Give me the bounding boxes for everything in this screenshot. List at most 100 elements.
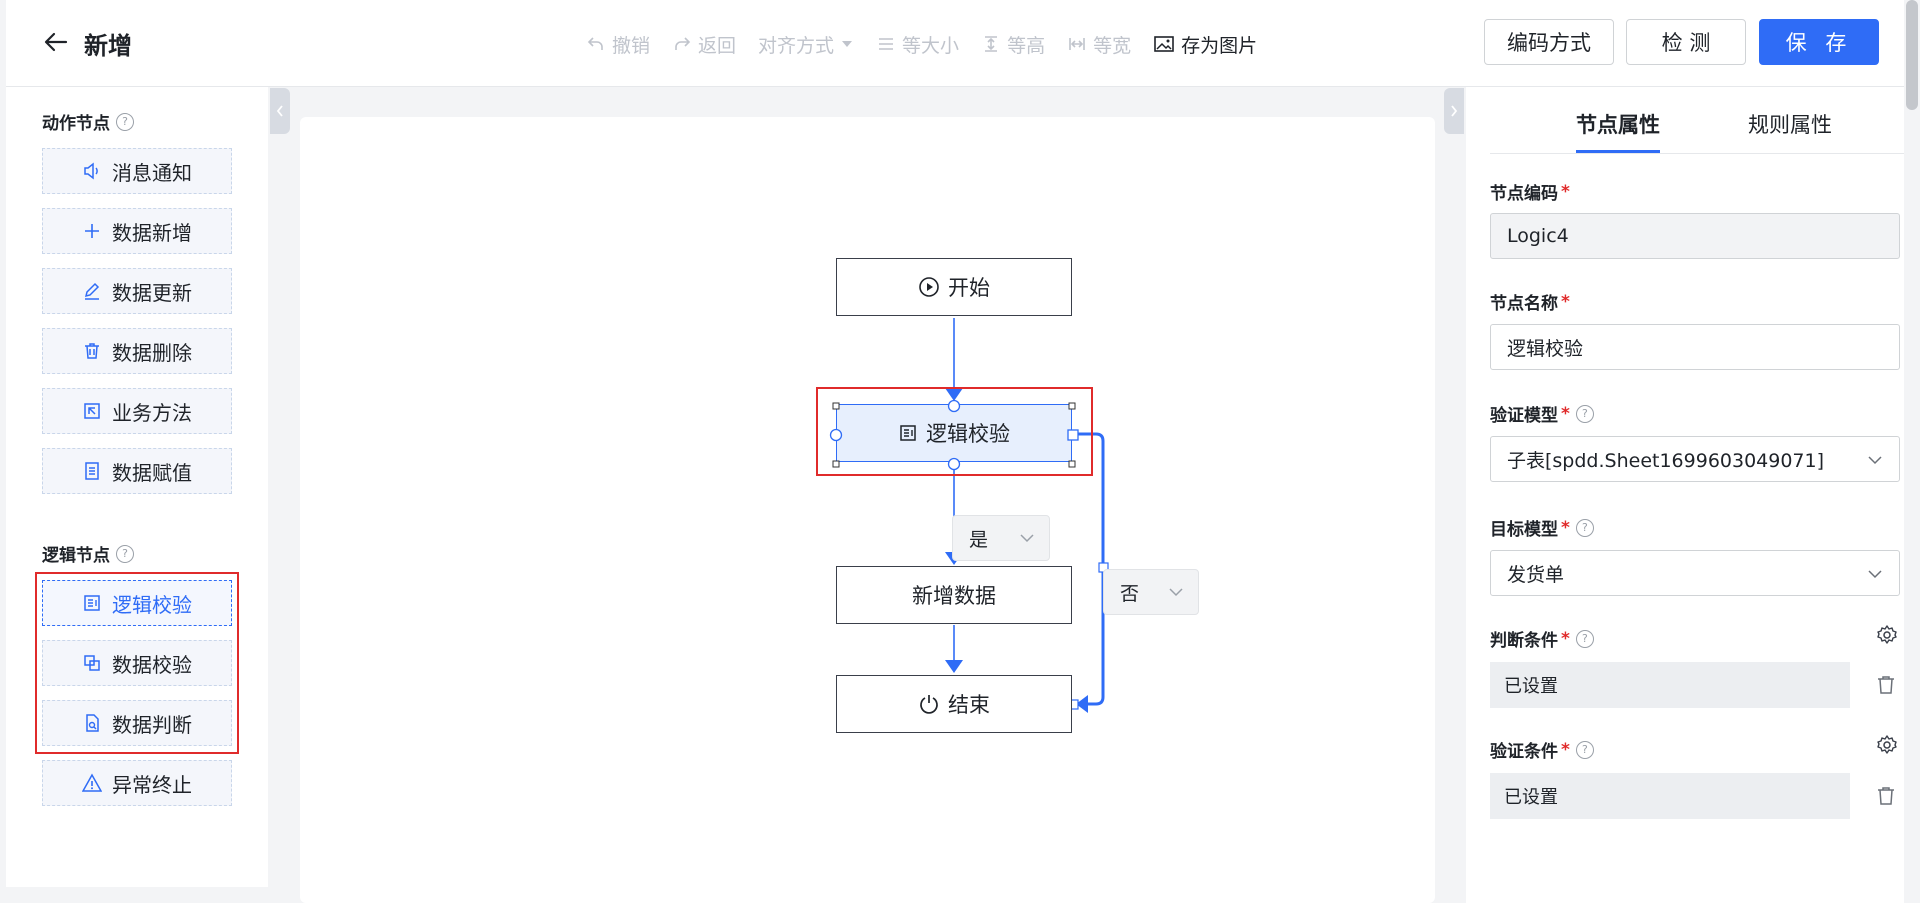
page-title: 新增: [84, 32, 132, 60]
palette-item-data-update[interactable]: 数据更新: [42, 268, 232, 314]
flow-node-label: 新增数据: [912, 584, 996, 608]
same-width-label: 等宽: [1093, 34, 1132, 57]
plus-icon: [85, 224, 99, 238]
undo-button[interactable]: 撤销: [586, 31, 650, 58]
redo-icon: [675, 37, 691, 50]
judge-condition-label-text: 判断条件: [1490, 631, 1558, 651]
judge-condition-value[interactable]: 已设置: [1490, 662, 1850, 708]
properties-tabs: 节点属性 规则属性: [1490, 87, 1904, 154]
help-icon[interactable]: ?: [1575, 404, 1594, 423]
same-height-icon: [985, 36, 998, 52]
condition-label: 是: [969, 528, 989, 551]
flow-node-add-data[interactable]: 新增数据: [836, 566, 1072, 624]
warning-icon: [82, 773, 102, 792]
encoding-button[interactable]: 编码方式: [1484, 19, 1614, 65]
speaker-icon: [84, 162, 98, 180]
same-width-icon: [1069, 38, 1085, 50]
same-height-label: 等高: [1007, 34, 1046, 57]
logic-section-label: 逻辑节点: [42, 546, 110, 566]
save-image-button[interactable]: 存为图片: [1153, 31, 1257, 58]
same-size-label: 等大小: [902, 34, 960, 57]
undo-label: 撤销: [612, 34, 651, 57]
collapse-right-button[interactable]: [1444, 88, 1464, 134]
condition-yes-select[interactable]: 是: [952, 515, 1050, 561]
palette-item-abort[interactable]: 异常终止: [42, 760, 232, 806]
help-icon[interactable]: ?: [1575, 518, 1594, 537]
node-code-label: 节点编码 *: [1490, 179, 1570, 205]
help-icon[interactable]: ?: [1575, 629, 1594, 648]
logic-section-title: 逻辑节点 ?: [42, 541, 134, 566]
align-dropdown[interactable]: 对齐方式: [758, 31, 854, 58]
palette-item-label: 业务方法: [112, 400, 192, 425]
judge-condition-label: 判断条件 * ?: [1490, 626, 1594, 651]
check-button[interactable]: 检 测: [1626, 19, 1746, 65]
help-icon[interactable]: ?: [1575, 740, 1594, 759]
redo-label: 返回: [698, 34, 737, 57]
chevron-down-icon: [1020, 534, 1034, 543]
verify-condition-value[interactable]: 已设置: [1490, 773, 1850, 819]
palette-item-label: 数据更新: [112, 280, 192, 305]
chevron-down-icon: [1169, 588, 1183, 597]
header: 新增 撤销 返回 对齐方式 等大小 等高 等宽 存为图片 编码方式 检 测 保 …: [6, 0, 1904, 87]
condition-label: 否: [1120, 582, 1140, 605]
save-image-label: 存为图片: [1181, 34, 1258, 57]
selected-node-highlight: [816, 387, 1093, 476]
node-name-label-text: 节点名称: [1490, 294, 1558, 314]
node-name-input[interactable]: [1507, 336, 1867, 358]
palette-item-label: 异常终止: [112, 772, 192, 797]
palette-item-label: 数据赋值: [112, 460, 192, 485]
validate-model-label-text: 验证模型: [1490, 406, 1558, 426]
chevron-down-icon: [1868, 570, 1882, 579]
tab-node-properties[interactable]: 节点属性: [1576, 109, 1660, 139]
node-code-field: Logic4: [1490, 213, 1900, 259]
target-model-label-text: 目标模型: [1490, 520, 1558, 540]
trash-icon[interactable]: [1876, 674, 1896, 700]
validate-model-label: 验证模型 * ?: [1490, 401, 1594, 426]
play-circle-icon: [919, 277, 939, 297]
method-icon: [84, 403, 100, 419]
chevron-left-icon: [276, 105, 283, 117]
gear-icon[interactable]: [1876, 734, 1898, 760]
node-code-value: Logic4: [1507, 225, 1569, 247]
back-arrow-icon[interactable]: [42, 28, 70, 56]
palette-item-business-method[interactable]: 业务方法: [42, 388, 232, 434]
same-size-icon: [879, 38, 894, 50]
flow-node-label: 结束: [948, 693, 990, 717]
flow-canvas[interactable]: 开始 逻辑校验 是 新增数据 否 结束: [300, 117, 1435, 903]
redo-button[interactable]: 返回: [672, 31, 736, 58]
condition-no-select[interactable]: 否: [1103, 569, 1199, 615]
verify-condition-label-text: 验证条件: [1490, 742, 1558, 762]
palette-item-data-add[interactable]: 数据新增: [42, 208, 232, 254]
trash-icon[interactable]: [1876, 785, 1896, 811]
target-model-select[interactable]: 发货单: [1490, 550, 1900, 596]
chevron-down-icon: [1868, 456, 1882, 465]
undo-icon: [587, 37, 603, 50]
pencil-icon: [84, 282, 100, 300]
palette-item-data-delete[interactable]: 数据删除: [42, 328, 232, 374]
active-tab-indicator: [1576, 150, 1660, 153]
save-button[interactable]: 保 存: [1759, 19, 1879, 65]
page-scrollbar[interactable]: [1906, 0, 1918, 110]
tab-rule-properties[interactable]: 规则属性: [1748, 109, 1832, 139]
same-width-button[interactable]: 等宽: [1067, 31, 1131, 58]
node-code-label-text: 节点编码: [1490, 184, 1558, 204]
node-name-field[interactable]: [1490, 324, 1900, 370]
target-model-label: 目标模型 * ?: [1490, 515, 1594, 540]
validate-model-select[interactable]: 子表[spdd.Sheet1699603049071]: [1490, 436, 1900, 482]
action-section-label: 动作节点: [42, 114, 110, 134]
caret-down-icon: [842, 41, 853, 47]
same-size-button[interactable]: 等大小: [876, 31, 959, 58]
same-height-button[interactable]: 等高: [981, 31, 1045, 58]
collapse-left-button[interactable]: [270, 88, 290, 134]
gear-icon[interactable]: [1876, 624, 1898, 650]
node-palette: 动作节点 ? 消息通知 数据新增 数据更新 数据删除 业务方法 数据赋值 逻辑节…: [6, 87, 268, 887]
help-icon[interactable]: ?: [116, 544, 134, 563]
chevron-right-icon: [1451, 105, 1458, 117]
flow-node-start[interactable]: 开始: [836, 258, 1072, 316]
help-icon[interactable]: ?: [116, 112, 134, 131]
flow-node-end[interactable]: 结束: [836, 675, 1072, 733]
palette-item-message[interactable]: 消息通知: [42, 148, 232, 194]
document-icon: [85, 462, 99, 480]
palette-item-data-assign[interactable]: 数据赋值: [42, 448, 232, 494]
node-name-label: 节点名称 *: [1490, 289, 1570, 315]
